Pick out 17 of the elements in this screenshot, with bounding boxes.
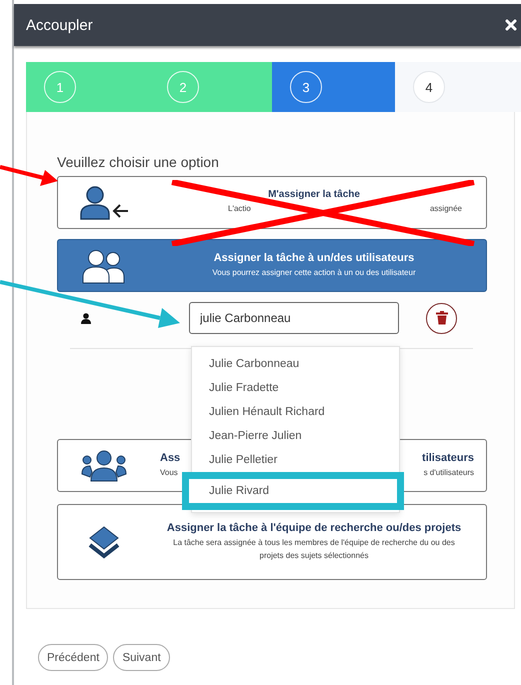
step-number: 4: [413, 71, 445, 103]
option-title: Ass: [160, 452, 180, 464]
step-number: 3: [290, 71, 322, 103]
option-description: L'actio: [228, 203, 251, 216]
option-description: assignée: [430, 203, 462, 216]
option-description: Vous pourrez assigner cette action à un ou des utilisateur: [212, 266, 416, 279]
option-title: tilisateurs: [422, 452, 474, 464]
option-description: Vous: [160, 466, 178, 479]
option-title: Assigner la tâche à l'équipe de recherche ou/des projets: [166, 522, 462, 534]
section-heading: Veuillez choisir une option: [57, 154, 219, 170]
option-description: s d'utilisateurs: [424, 466, 474, 479]
option-title: Assigner la tâche à un/des utilisateurs: [214, 252, 414, 264]
dialog-title: Accoupler: [26, 16, 93, 34]
option-title: M'assigner la tâche: [268, 189, 360, 200]
step-number: 2: [167, 71, 199, 103]
step-number: 1: [44, 71, 76, 103]
option-description: La tâche sera assignée à tous les membres de l'équipe de recherche du ou des projets des sujets sélectionnés: [172, 536, 456, 562]
